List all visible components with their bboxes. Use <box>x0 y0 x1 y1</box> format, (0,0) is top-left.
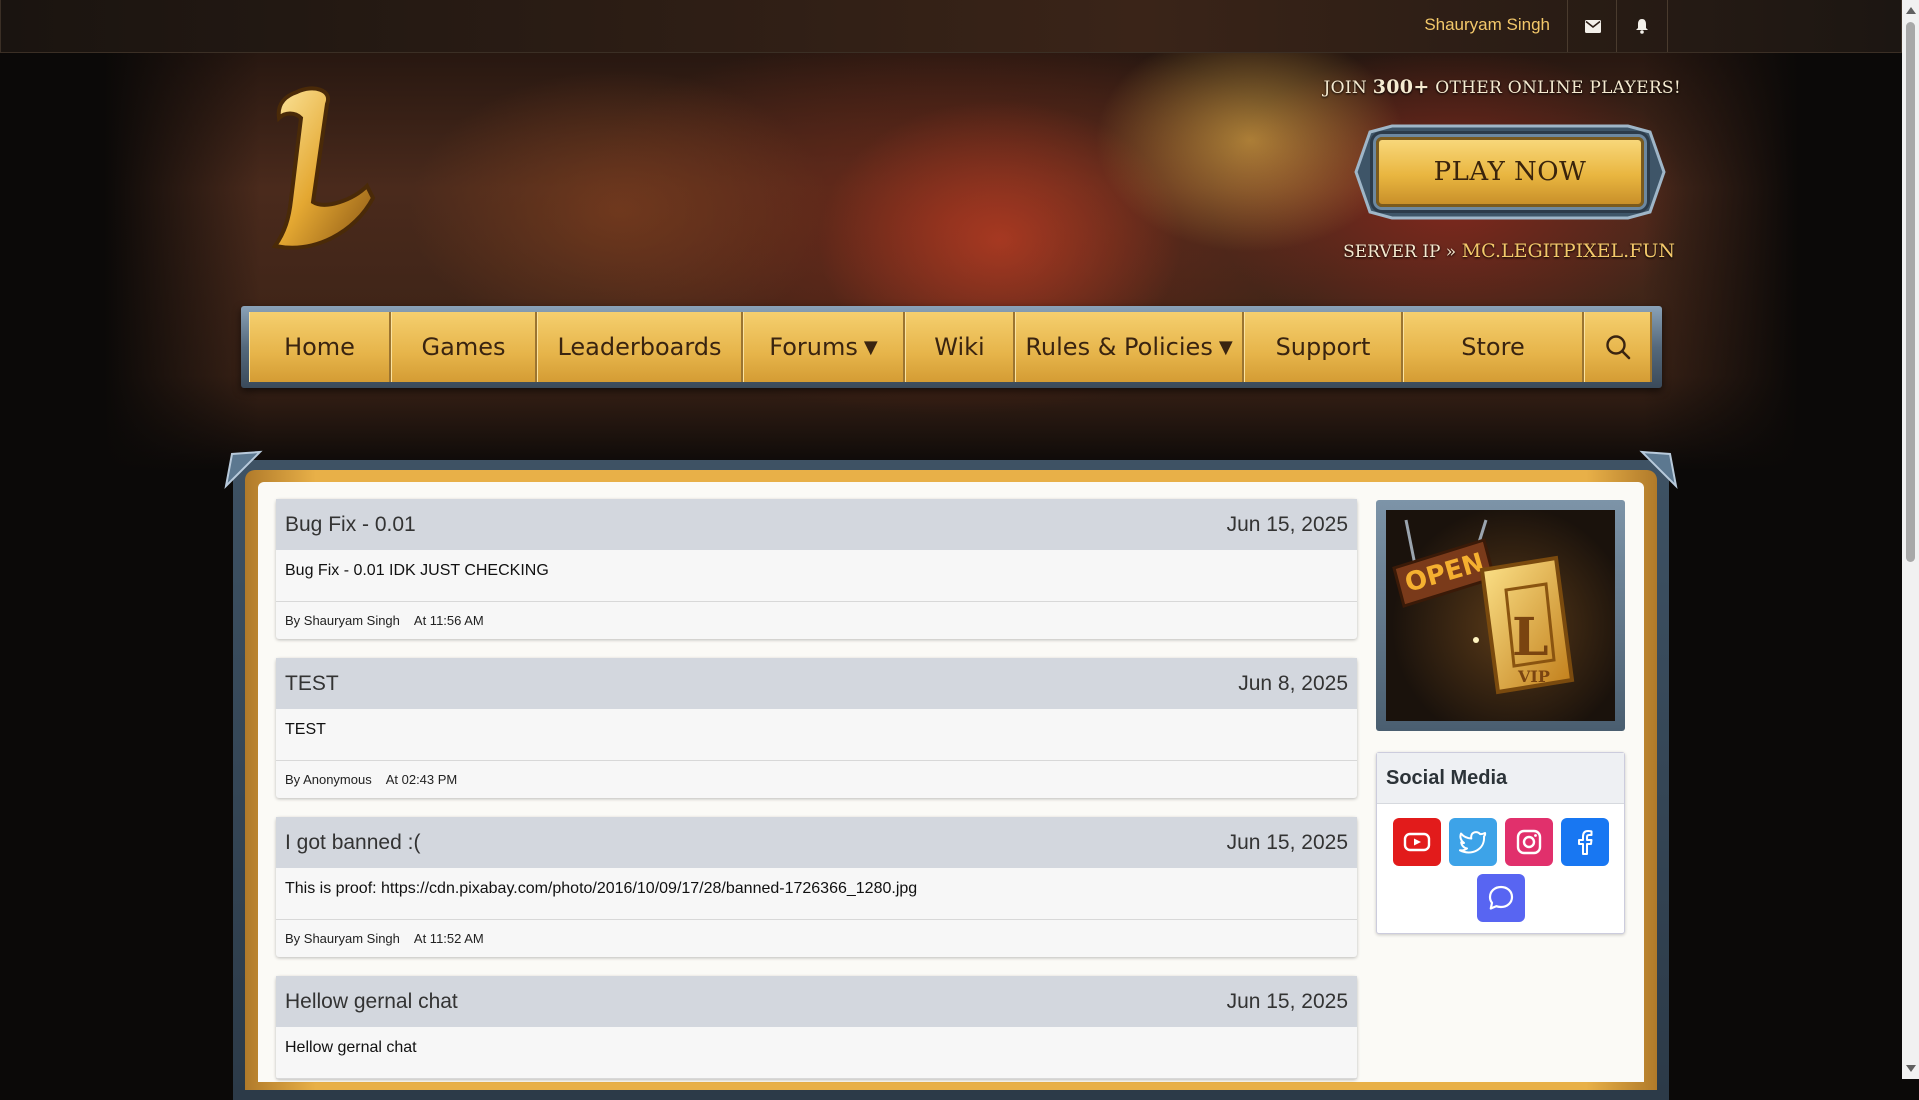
play-now-button[interactable]: PLAY NOW <box>1376 137 1644 207</box>
post-header: Hellow gernal chat Jun 15, 2025 <box>276 976 1357 1027</box>
nav-leaderboards[interactable]: Leaderboards <box>537 312 743 382</box>
nav-leaderboards-label: Leaderboards <box>557 333 722 361</box>
hero-fade-right <box>1642 0 1902 1079</box>
post-body: Hellow gernal chat <box>276 1027 1357 1079</box>
vip-badge-icon: OPEN L VIP <box>1392 519 1575 695</box>
server-ip-label: SERVER IP » <box>1343 242 1462 262</box>
twitter-link[interactable] <box>1448 818 1497 866</box>
envelope-icon <box>1585 19 1601 33</box>
nav-wiki[interactable]: Wiki <box>905 312 1015 382</box>
search-icon <box>1605 335 1630 360</box>
youtube-link[interactable] <box>1392 818 1441 866</box>
post-list: Bug Fix - 0.01 Jun 15, 2025 Bug Fix - 0.… <box>276 499 1357 1098</box>
scroll-thumb[interactable] <box>1906 22 1915 562</box>
discord-icon <box>1488 885 1513 910</box>
frame-corner-right <box>1639 450 1678 489</box>
username-link[interactable]: Shauryam Singh <box>1406 0 1568 52</box>
post-body: This is proof: https://cdn.pixabay.com/p… <box>276 868 1357 920</box>
social-media-title: Social Media <box>1377 753 1624 804</box>
post-date: Jun 15, 2025 <box>1226 512 1348 536</box>
vip-banner-image: OPEN L VIP <box>1386 510 1615 721</box>
nav-home[interactable]: Home <box>249 312 391 382</box>
bell-icon <box>1636 19 1648 34</box>
page-scrollbar[interactable] <box>1902 0 1919 1079</box>
post-header: I got banned :( Jun 15, 2025 <box>276 817 1357 868</box>
twitter-icon <box>1458 831 1486 854</box>
post-footer: By Shauryam Singh At 11:52 AM <box>276 920 1357 957</box>
post-body: Bug Fix - 0.01 IDK JUST CHECKING <box>276 550 1357 602</box>
hero-fade-left <box>0 0 260 1079</box>
instagram-icon <box>1516 829 1541 855</box>
notifications-button[interactable] <box>1616 0 1668 52</box>
post-author: By Shauryam Singh <box>285 931 400 946</box>
post-title[interactable]: Bug Fix - 0.01 <box>285 513 416 537</box>
nav-support[interactable]: Support <box>1244 312 1403 382</box>
post-item[interactable]: TEST Jun 8, 2025 TEST By Anonymous At 02… <box>276 658 1357 798</box>
discord-link[interactable] <box>1476 874 1525 922</box>
online-players-text: JOIN 300+ OTHER ONLINE PLAYERS! <box>1324 76 1681 98</box>
post-title[interactable]: Hellow gernal chat <box>285 990 458 1014</box>
nav-forums[interactable]: Forums ▼ <box>743 312 905 382</box>
scroll-down-icon[interactable] <box>1906 1065 1916 1072</box>
post-body: TEST <box>276 709 1357 761</box>
join-prefix: JOIN <box>1323 78 1373 98</box>
svg-text:L: L <box>1512 607 1549 668</box>
social-media-widget: Social Media <box>1376 752 1625 934</box>
nav-search-button[interactable] <box>1584 312 1652 382</box>
post-time: At 02:43 PM <box>385 772 458 787</box>
post-item[interactable]: Hellow gernal chat Jun 15, 2025 Hellow g… <box>276 976 1357 1079</box>
instagram-link[interactable] <box>1504 818 1553 866</box>
post-footer: By Shauryam Singh At 11:56 AM <box>276 602 1357 639</box>
chevron-down-icon: ▼ <box>863 336 878 358</box>
post-item[interactable]: I got banned :( Jun 15, 2025 This is pro… <box>276 817 1357 957</box>
messages-button[interactable] <box>1567 0 1618 52</box>
post-title[interactable]: TEST <box>285 672 339 696</box>
site-logo[interactable] <box>255 82 385 257</box>
post-author: By Anonymous <box>285 772 372 787</box>
post-title[interactable]: I got banned :( <box>285 831 420 855</box>
post-header: Bug Fix - 0.01 Jun 15, 2025 <box>276 499 1357 550</box>
nav-wiki-label: Wiki <box>934 333 985 361</box>
nav-rules-label: Rules & Policies <box>1025 333 1213 361</box>
post-header: TEST Jun 8, 2025 <box>276 658 1357 709</box>
vip-store-banner[interactable]: OPEN L VIP <box>1376 500 1625 731</box>
nav-rules-policies[interactable]: Rules & Policies ▼ <box>1015 312 1244 382</box>
nav-home-label: Home <box>284 333 355 361</box>
nav-forums-label: Forums <box>769 333 858 361</box>
vip-badge-text: VIP <box>1517 667 1550 686</box>
post-item[interactable]: Bug Fix - 0.01 Jun 15, 2025 Bug Fix - 0.… <box>276 499 1357 639</box>
post-footer: By Anonymous At 02:43 PM <box>276 761 1357 798</box>
nav-games-label: Games <box>421 333 506 361</box>
post-date: Jun 15, 2025 <box>1226 989 1348 1013</box>
chevron-down-icon: ▼ <box>1218 336 1233 358</box>
join-suffix: OTHER ONLINE PLAYERS! <box>1429 78 1681 98</box>
online-count: 300+ <box>1372 76 1430 98</box>
post-time: At 11:52 AM <box>413 931 484 946</box>
server-ip-value[interactable]: MC.LEGITPIXEL.FUN <box>1462 240 1675 262</box>
nav-support-label: Support <box>1275 333 1371 361</box>
post-date: Jun 8, 2025 <box>1238 671 1348 695</box>
nav-store-label: Store <box>1461 333 1525 361</box>
nav-store[interactable]: Store <box>1403 312 1584 382</box>
nav-games[interactable]: Games <box>391 312 537 382</box>
scroll-up-icon[interactable] <box>1906 7 1916 14</box>
account-bar: Shauryam Singh <box>0 0 1902 53</box>
facebook-icon <box>1577 830 1592 855</box>
post-time: At 11:56 AM <box>413 613 484 628</box>
server-ip-text: SERVER IP » MC.LEGITPIXEL.FUN <box>1343 240 1675 262</box>
youtube-icon <box>1403 832 1430 852</box>
frame-corner-left <box>224 450 263 489</box>
main-nav: Home Games Leaderboards Forums ▼ Wiki Rul… <box>241 306 1662 388</box>
facebook-link[interactable] <box>1560 818 1609 866</box>
post-date: Jun 15, 2025 <box>1226 830 1348 854</box>
post-author: By Shauryam Singh <box>285 613 400 628</box>
